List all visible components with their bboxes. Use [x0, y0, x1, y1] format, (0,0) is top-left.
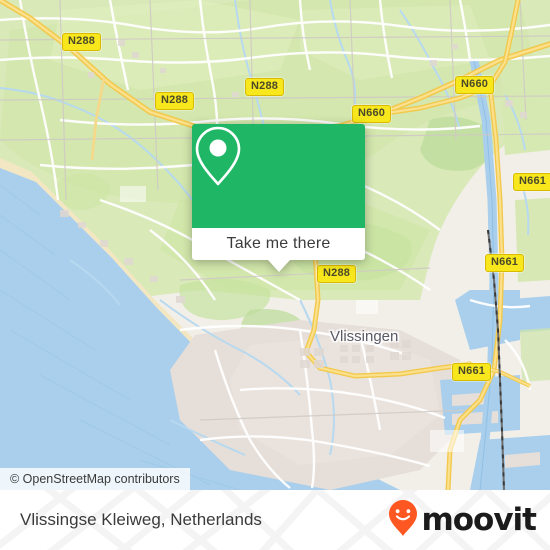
- take-me-there-button[interactable]: Take me there: [192, 228, 365, 260]
- callout-image: [192, 124, 365, 228]
- osm-attribution[interactable]: © OpenStreetMap contributors: [0, 468, 190, 490]
- moovit-smiley-pin-icon: [388, 499, 418, 542]
- footer-bar: Vlissingse Kleiweg, Netherlands moovit: [0, 490, 550, 550]
- place-label-vlissingen: Vlissingen: [330, 328, 399, 345]
- road-shield: N288: [317, 265, 357, 283]
- road-shield: N661: [513, 173, 550, 191]
- road-shield: N660: [455, 76, 495, 94]
- moovit-map-screen: N288 N288 N288 N660 N660 N661 N661 N288 …: [0, 0, 550, 550]
- moovit-logo[interactable]: moovit: [388, 490, 537, 550]
- callout-tail: [267, 260, 290, 272]
- road-shield: N661: [452, 363, 492, 381]
- road-shield: N660: [352, 105, 392, 123]
- take-me-there-callout[interactable]: Take me there: [192, 124, 365, 272]
- moovit-wordmark: moovit: [421, 501, 537, 538]
- road-shield: N288: [62, 33, 102, 51]
- road-shield: N288: [245, 78, 285, 96]
- road-shield: N288: [155, 92, 195, 110]
- road-shield: N661: [485, 254, 525, 272]
- map-canvas[interactable]: N288 N288 N288 N660 N660 N661 N661 N288 …: [0, 0, 550, 490]
- address-text: Vlissingse Kleiweg, Netherlands: [20, 510, 262, 529]
